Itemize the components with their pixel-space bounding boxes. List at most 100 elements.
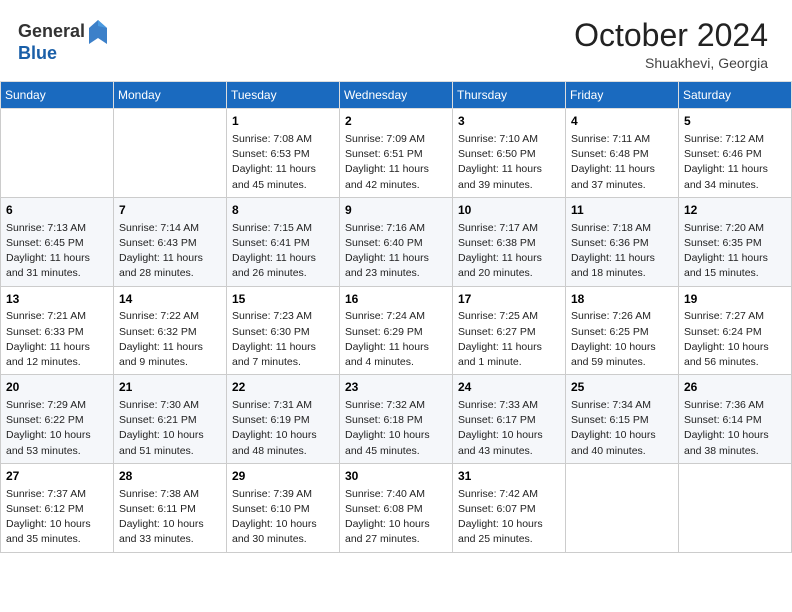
day-info: Sunrise: 7:37 AMSunset: 6:12 PMDaylight:… <box>6 487 108 548</box>
calendar-cell: 8Sunrise: 7:15 AMSunset: 6:41 PMDaylight… <box>227 197 340 286</box>
day-number: 3 <box>458 113 560 130</box>
calendar-cell: 23 Sunrise: 7:32 AMSunset: 6:18 PMDayligh… <box>340 375 453 464</box>
day-info: Sunrise: 7:30 AMSunset: 6:21 PMDaylight:… <box>119 398 221 459</box>
day-info: Sunrise: 7:27 AMSunset: 6:24 PMDaylight:… <box>684 309 786 370</box>
day-number: 18 <box>571 291 673 308</box>
logo-general-text: General <box>18 22 85 42</box>
calendar-week-row: 27 Sunrise: 7:37 AMSunset: 6:12 PMDayligh… <box>1 463 792 552</box>
calendar-cell: 4Sunrise: 7:11 AMSunset: 6:48 PMDaylight… <box>566 109 679 198</box>
day-number: 24 <box>458 379 560 396</box>
calendar-cell: 7 Sunrise: 7:14 AMSunset: 6:43 PMDaylight… <box>114 197 227 286</box>
day-info: Sunrise: 7:36 AMSunset: 6:14 PMDaylight:… <box>684 398 786 459</box>
day-info: Sunrise: 7:23 AMSunset: 6:30 PMDaylight:… <box>232 309 334 370</box>
calendar-cell: 21 Sunrise: 7:30 AMSunset: 6:21 PMDayligh… <box>114 375 227 464</box>
day-info: Sunrise: 7:22 AMSunset: 6:32 PMDaylight:… <box>119 309 221 370</box>
day-number: 17 <box>458 291 560 308</box>
day-number: 19 <box>684 291 786 308</box>
day-number: 12 <box>684 202 786 219</box>
day-info: Sunrise: 7:26 AMSunset: 6:25 PMDaylight:… <box>571 309 673 370</box>
calendar-cell: 10 Sunrise: 7:17 AMSunset: 6:38 PMDayligh… <box>453 197 566 286</box>
day-info: Sunrise: 7:29 AMSunset: 6:22 PMDaylight:… <box>6 398 108 459</box>
day-info: Sunrise: 7:12 AMSunset: 6:46 PMDaylight:… <box>684 132 786 193</box>
title-block: October 2024 Shuakhevi, Georgia <box>574 18 768 71</box>
day-number: 30 <box>345 468 447 485</box>
calendar-cell: 30 Sunrise: 7:40 AMSunset: 6:08 PMDayligh… <box>340 463 453 552</box>
day-number: 14 <box>119 291 221 308</box>
calendar-cell: 9Sunrise: 7:16 AMSunset: 6:40 PMDaylight… <box>340 197 453 286</box>
day-info: Sunrise: 7:13 AMSunset: 6:45 PMDaylight:… <box>6 221 108 282</box>
calendar-cell <box>679 463 792 552</box>
day-number: 20 <box>6 379 108 396</box>
logo-blue-text: Blue <box>18 43 57 63</box>
calendar-week-row: 1 Sunrise: 7:08 AMSunset: 6:53 PMDaylight… <box>1 109 792 198</box>
col-monday: Monday <box>114 82 227 109</box>
day-info: Sunrise: 7:21 AMSunset: 6:33 PMDaylight:… <box>6 309 108 370</box>
day-info: Sunrise: 7:39 AMSunset: 6:10 PMDaylight:… <box>232 487 334 548</box>
day-info: Sunrise: 7:10 AMSunset: 6:50 PMDaylight:… <box>458 132 560 193</box>
day-info: Sunrise: 7:09 AMSunset: 6:51 PMDaylight:… <box>345 132 447 193</box>
calendar-cell <box>1 109 114 198</box>
header: General Blue October 2024 Shuakhevi, Geo… <box>0 0 792 81</box>
logo-icon <box>87 18 109 46</box>
calendar-cell: 19Sunrise: 7:27 AMSunset: 6:24 PMDayligh… <box>679 286 792 375</box>
day-number: 9 <box>345 202 447 219</box>
day-info: Sunrise: 7:08 AMSunset: 6:53 PMDaylight:… <box>232 132 334 193</box>
day-info: Sunrise: 7:38 AMSunset: 6:11 PMDaylight:… <box>119 487 221 548</box>
calendar-cell: 3 Sunrise: 7:10 AMSunset: 6:50 PMDaylight… <box>453 109 566 198</box>
col-thursday: Thursday <box>453 82 566 109</box>
calendar-cell: 11Sunrise: 7:18 AMSunset: 6:36 PMDayligh… <box>566 197 679 286</box>
day-number: 8 <box>232 202 334 219</box>
calendar-week-row: 6 Sunrise: 7:13 AMSunset: 6:45 PMDaylight… <box>1 197 792 286</box>
day-number: 27 <box>6 468 108 485</box>
day-number: 31 <box>458 468 560 485</box>
day-info: Sunrise: 7:32 AMSunset: 6:18 PMDaylight:… <box>345 398 447 459</box>
calendar-cell <box>114 109 227 198</box>
calendar-cell: 14Sunrise: 7:22 AMSunset: 6:32 PMDayligh… <box>114 286 227 375</box>
day-number: 25 <box>571 379 673 396</box>
page: General Blue October 2024 Shuakhevi, Geo… <box>0 0 792 612</box>
day-number: 15 <box>232 291 334 308</box>
day-info: Sunrise: 7:42 AMSunset: 6:07 PMDaylight:… <box>458 487 560 548</box>
calendar-cell: 17Sunrise: 7:25 AMSunset: 6:27 PMDayligh… <box>453 286 566 375</box>
day-number: 23 <box>345 379 447 396</box>
day-number: 21 <box>119 379 221 396</box>
day-number: 29 <box>232 468 334 485</box>
calendar-header-row: Sunday Monday Tuesday Wednesday Thursday… <box>1 82 792 109</box>
day-number: 7 <box>119 202 221 219</box>
calendar-week-row: 13Sunrise: 7:21 AMSunset: 6:33 PMDayligh… <box>1 286 792 375</box>
calendar-cell: 25 Sunrise: 7:34 AMSunset: 6:15 PMDayligh… <box>566 375 679 464</box>
day-info: Sunrise: 7:40 AMSunset: 6:08 PMDaylight:… <box>345 487 447 548</box>
day-number: 2 <box>345 113 447 130</box>
calendar-cell: 28 Sunrise: 7:38 AMSunset: 6:11 PMDayligh… <box>114 463 227 552</box>
calendar-week-row: 20 Sunrise: 7:29 AMSunset: 6:22 PMDayligh… <box>1 375 792 464</box>
calendar-cell: 13Sunrise: 7:21 AMSunset: 6:33 PMDayligh… <box>1 286 114 375</box>
day-number: 10 <box>458 202 560 219</box>
calendar-cell: 18Sunrise: 7:26 AMSunset: 6:25 PMDayligh… <box>566 286 679 375</box>
logo: General Blue <box>18 18 109 64</box>
day-number: 13 <box>6 291 108 308</box>
col-friday: Friday <box>566 82 679 109</box>
day-number: 6 <box>6 202 108 219</box>
calendar-cell: 6 Sunrise: 7:13 AMSunset: 6:45 PMDaylight… <box>1 197 114 286</box>
col-tuesday: Tuesday <box>227 82 340 109</box>
location: Shuakhevi, Georgia <box>574 55 768 71</box>
calendar-cell: 24 Sunrise: 7:33 AMSunset: 6:17 PMDayligh… <box>453 375 566 464</box>
day-number: 28 <box>119 468 221 485</box>
calendar-cell: 29 Sunrise: 7:39 AMSunset: 6:10 PMDayligh… <box>227 463 340 552</box>
day-info: Sunrise: 7:33 AMSunset: 6:17 PMDaylight:… <box>458 398 560 459</box>
calendar-cell: 1 Sunrise: 7:08 AMSunset: 6:53 PMDaylight… <box>227 109 340 198</box>
day-number: 1 <box>232 113 334 130</box>
calendar-wrap: Sunday Monday Tuesday Wednesday Thursday… <box>0 81 792 552</box>
col-wednesday: Wednesday <box>340 82 453 109</box>
day-info: Sunrise: 7:34 AMSunset: 6:15 PMDaylight:… <box>571 398 673 459</box>
day-info: Sunrise: 7:14 AMSunset: 6:43 PMDaylight:… <box>119 221 221 282</box>
day-info: Sunrise: 7:25 AMSunset: 6:27 PMDaylight:… <box>458 309 560 370</box>
col-saturday: Saturday <box>679 82 792 109</box>
calendar-cell: 27 Sunrise: 7:37 AMSunset: 6:12 PMDayligh… <box>1 463 114 552</box>
day-info: Sunrise: 7:17 AMSunset: 6:38 PMDaylight:… <box>458 221 560 282</box>
calendar-table: Sunday Monday Tuesday Wednesday Thursday… <box>0 81 792 552</box>
day-number: 16 <box>345 291 447 308</box>
month-year: October 2024 <box>574 18 768 53</box>
day-number: 4 <box>571 113 673 130</box>
calendar-cell: 16Sunrise: 7:24 AMSunset: 6:29 PMDayligh… <box>340 286 453 375</box>
